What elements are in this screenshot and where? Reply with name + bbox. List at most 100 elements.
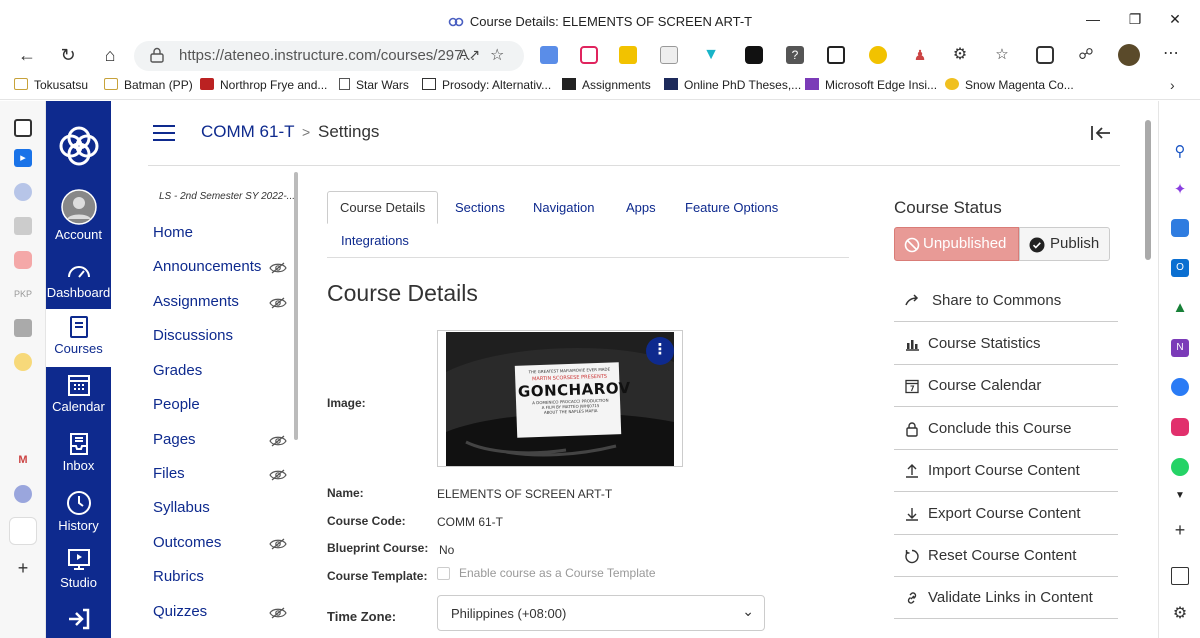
global-nav-studio[interactable]: Studio — [46, 547, 111, 590]
tab-icon-6[interactable] — [14, 319, 32, 337]
tab-icon-gmail[interactable]: M — [14, 451, 32, 469]
global-nav-calendar[interactable]: Calendar — [46, 373, 111, 414]
copilot-icon[interactable]: ✦ — [1171, 181, 1189, 199]
restore-button[interactable]: ❐ — [1126, 10, 1144, 28]
tab-icon-canvas-active[interactable] — [9, 517, 37, 545]
content-scrollbar[interactable] — [1145, 120, 1151, 260]
tools-icon[interactable] — [1171, 219, 1189, 237]
tab-feature-options[interactable]: Feature Options — [685, 200, 778, 215]
back-icon[interactable]: ← — [16, 44, 38, 66]
tab-icon-youtube[interactable] — [14, 251, 32, 269]
bookmark-phd-theses[interactable]: Online PhD Theses,... — [664, 78, 801, 92]
tab-icon-1[interactable]: ▸ — [14, 149, 32, 167]
global-nav-history[interactable]: History — [46, 490, 111, 533]
course-template-checkbox[interactable] — [437, 567, 450, 580]
tab-icon-pkp[interactable]: PKP — [14, 285, 32, 303]
tree-icon[interactable]: ▲ — [1171, 299, 1189, 317]
url-text[interactable]: https://ateneo.instructure.com/courses/2… — [179, 47, 475, 64]
extension-icon-6[interactable] — [745, 46, 763, 64]
read-aloud-icon[interactable]: A↗ — [459, 46, 480, 63]
bookmark-edge-insider[interactable]: Microsoft Edge Insi... — [805, 78, 937, 92]
unpublished-button[interactable]: Unpublished — [894, 227, 1019, 261]
chevron-down-icon[interactable]: ▼ — [1171, 487, 1189, 505]
tab-navigation[interactable]: Navigation — [533, 200, 594, 215]
filter-icon[interactable]: ▼ — [702, 46, 720, 64]
course-nav-assignments[interactable]: Assignments — [153, 293, 239, 310]
course-nav-quizzes[interactable]: Quizzes — [153, 603, 207, 620]
course-nav-announcements[interactable]: Announcements — [153, 258, 261, 275]
collapse-sidebar-icon[interactable] — [1090, 124, 1112, 142]
extension-icon-3[interactable] — [619, 46, 637, 64]
course-nav-people[interactable]: People — [153, 396, 200, 413]
tab-icon-canvas[interactable] — [14, 485, 32, 503]
validate-links-link[interactable]: Validate Links in Content — [894, 577, 1118, 619]
course-nav-discussions[interactable]: Discussions — [153, 327, 233, 344]
image-options-button[interactable]: ⋮ — [646, 337, 674, 365]
global-nav-inbox[interactable]: Inbox — [46, 432, 111, 473]
onenote-icon[interactable]: N — [1171, 339, 1189, 357]
coin-icon[interactable] — [869, 46, 887, 64]
add-icon[interactable]: + — [1171, 521, 1189, 539]
publish-button[interactable]: Publish — [1019, 227, 1110, 261]
new-tab-icon[interactable]: + — [14, 559, 32, 577]
breadcrumb-course[interactable]: COMM 61-T — [201, 122, 295, 142]
pocket-icon[interactable] — [580, 46, 598, 64]
document-icon[interactable] — [660, 46, 678, 64]
search-icon[interactable]: ⚲ — [1171, 143, 1189, 161]
tab-sections[interactable]: Sections — [455, 200, 505, 215]
course-nav-files[interactable]: Files — [153, 465, 185, 482]
course-nav-syllabus[interactable]: Syllabus — [153, 499, 210, 516]
canvas-logo-icon[interactable] — [54, 121, 104, 171]
bookmark-tokusatsu[interactable]: Tokusatsu — [14, 78, 88, 92]
tab-integrations[interactable]: Integrations — [341, 233, 409, 248]
extensions-puzzle-icon[interactable]: ⚙ — [951, 46, 969, 64]
conclude-course-link[interactable]: Conclude this Course — [894, 408, 1118, 450]
whatsapp-icon[interactable] — [1171, 458, 1189, 476]
course-nav-outcomes[interactable]: Outcomes — [153, 534, 221, 551]
favorites-icon[interactable]: ☆ — [993, 46, 1011, 64]
bookmark-batman[interactable]: Batman (PP) — [104, 78, 193, 92]
import-course-content-link[interactable]: Import Course Content — [894, 450, 1118, 492]
course-nav-rubrics[interactable]: Rubrics — [153, 568, 204, 585]
collections-icon[interactable] — [1036, 46, 1054, 64]
close-window-button[interactable]: ✕ — [1166, 10, 1184, 28]
course-nav-pages[interactable]: Pages — [153, 431, 196, 448]
picture-in-picture-icon[interactable] — [827, 46, 845, 64]
course-template-checkbox-label[interactable]: Enable course as a Course Template — [459, 566, 656, 580]
profile-avatar[interactable] — [1118, 44, 1140, 66]
address-bar[interactable]: https://ateneo.instructure.com/courses/2… — [134, 41, 524, 71]
favorite-add-icon[interactable]: ☆ — [490, 45, 504, 65]
course-calendar-link[interactable]: Course Calendar — [894, 365, 1118, 407]
settings-gear-icon[interactable]: ⚙ — [1171, 605, 1189, 623]
minimize-button[interactable]: — — [1084, 10, 1102, 28]
course-statistics-link[interactable]: Course Statistics — [894, 323, 1118, 365]
instagram-icon[interactable] — [1171, 418, 1189, 436]
tab-icon-3[interactable] — [14, 217, 32, 235]
refresh-icon[interactable]: ↻ — [57, 44, 79, 66]
bookmark-frye[interactable]: Northrop Frye and... — [200, 78, 327, 92]
course-nav-scrollbar[interactable] — [294, 172, 298, 440]
bookmark-snow-magenta[interactable]: Snow Magenta Co... — [945, 78, 1074, 92]
extension-icon-1[interactable] — [540, 46, 558, 64]
outlook-icon[interactable]: O — [1171, 259, 1189, 277]
browser-essentials-icon[interactable]: ☍ — [1077, 46, 1095, 64]
more-options-icon[interactable]: ⋯ — [1162, 46, 1180, 64]
tab-icon-7[interactable] — [14, 353, 32, 371]
bookmark-prosody[interactable]: Prosody: Alternativ... — [422, 78, 551, 92]
global-nav-account[interactable]: Account — [46, 189, 111, 242]
global-nav-dashboard[interactable]: Dashboard — [46, 259, 111, 300]
help-icon[interactable]: ? — [786, 46, 804, 64]
share-to-commons-link[interactable]: Share to Commons — [894, 280, 1118, 322]
chevron-right-icon[interactable]: › — [1170, 77, 1175, 93]
course-nav-grades[interactable]: Grades — [153, 362, 202, 379]
course-menu-toggle[interactable] — [153, 125, 175, 141]
course-nav-home[interactable]: Home — [153, 224, 193, 241]
collapse-nav-icon[interactable] — [66, 608, 90, 630]
figure-icon[interactable]: ♟ — [911, 46, 929, 64]
home-icon[interactable]: ⌂ — [99, 44, 121, 66]
tab-apps[interactable]: Apps — [626, 200, 656, 215]
global-nav-courses[interactable]: Courses — [46, 309, 111, 367]
messenger-icon[interactable] — [1171, 378, 1189, 396]
bookmark-assignments[interactable]: Assignments — [562, 78, 651, 92]
time-zone-select[interactable]: Philippines (+08:00) ⌄ — [437, 595, 765, 631]
